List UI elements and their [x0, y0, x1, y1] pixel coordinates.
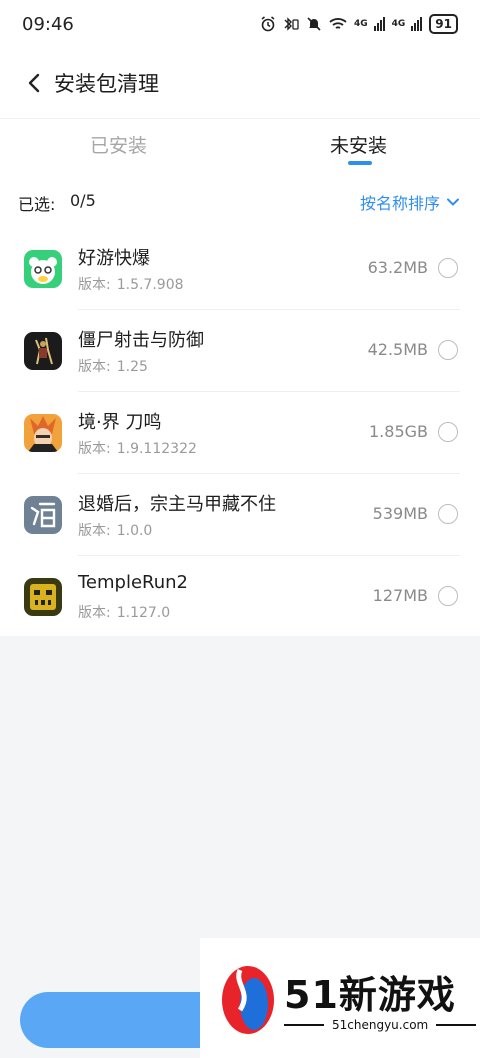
app-version: 版本: 1.0.0 — [78, 523, 153, 539]
tab-not-installed[interactable]: 未安装 — [330, 131, 387, 158]
list-item[interactable]: 僵尸射击与防御 版本: 1.25 42.5MB — [0, 310, 480, 392]
select-radio[interactable] — [438, 422, 458, 442]
battery-level: 91 — [429, 14, 458, 34]
signal-bars-icon-2 — [411, 17, 423, 31]
list-item[interactable]: 境·界 刀鸣 版本: 1.9.112322 1.85GB — [0, 392, 480, 474]
chevron-down-icon — [447, 198, 459, 206]
anime-character-icon — [24, 414, 62, 452]
package-list: 好游快爆 版本: 1.5.7.908 63.2MB 僵尸射击与防御 版本: 1.25… — [0, 228, 480, 636]
signal-4g-label-1: 4G — [353, 19, 368, 29]
select-radio[interactable] — [438, 586, 458, 606]
app-version: 版本: 1.9.112322 — [78, 441, 197, 457]
app-size: 539MB — [372, 504, 428, 523]
page-title: 安装包清理 — [54, 72, 159, 96]
app-name: 境·界 刀鸣 — [78, 412, 162, 433]
list-item[interactable]: 退婚后，宗主马甲藏不住 版本: 1.0.0 539MB — [0, 474, 480, 556]
zombie-game-icon — [24, 332, 62, 370]
wifi-icon — [329, 18, 347, 29]
app-name: 好游快爆 — [78, 248, 150, 269]
select-radio[interactable] — [438, 340, 458, 360]
title-bar: 安装包清理 — [0, 52, 480, 118]
watermark: 51新游戏 51chengyu.com — [200, 938, 480, 1058]
app-name: 退婚后，宗主马甲藏不住 — [78, 494, 276, 515]
select-radio[interactable] — [438, 504, 458, 524]
back-arrow-icon[interactable] — [22, 70, 48, 96]
watermark-text: 51新游戏 — [284, 973, 456, 1017]
app-version: 版本: 1.25 — [78, 359, 148, 375]
select-radio[interactable] — [438, 258, 458, 278]
list-item[interactable]: 好游快爆 版本: 1.5.7.908 63.2MB — [0, 228, 480, 310]
app-name: 僵尸射击与防御 — [78, 330, 204, 351]
status-time: 09:46 — [22, 14, 74, 35]
temple-idol-icon — [24, 578, 62, 616]
status-icons: 4G 4G 91 — [260, 14, 458, 34]
signal-bars-icon-1 — [373, 17, 385, 31]
watermark-sub: 51chengyu.com — [284, 1018, 477, 1032]
sort-by-name-button[interactable]: 按名称排序 — [360, 190, 460, 214]
watermark-line-left — [284, 1024, 324, 1026]
selected-label: 已选: — [18, 195, 56, 214]
tab-installed[interactable]: 已安装 — [90, 131, 147, 158]
watermark-logo-icon — [222, 966, 274, 1034]
app-size: 63.2MB — [367, 258, 428, 277]
signal-4g-label-2: 4G — [391, 19, 406, 29]
cartoon-bear-icon — [24, 250, 62, 288]
list-item[interactable]: TempleRun2 版本: 1.127.0 127MB — [0, 556, 480, 638]
sort-label: 按名称排序 — [359, 194, 440, 213]
app-size: 127MB — [372, 586, 428, 605]
status-bar: 09:46 4G 4G 91 — [0, 0, 480, 52]
app-version: 版本: 1.127.0 — [78, 605, 171, 621]
selected-count: 0/5 — [70, 191, 96, 210]
app-name: TempleRun2 — [78, 572, 189, 593]
app-size: 1.85GB — [369, 422, 428, 441]
tab-bar: 已安装 未安装 — [0, 118, 480, 174]
calligraphy-hun-icon — [24, 496, 62, 534]
alarm-icon — [261, 16, 275, 32]
app-size: 42.5MB — [367, 340, 428, 359]
app-version: 版本: 1.5.7.908 — [78, 277, 184, 293]
mute-bell-icon — [307, 17, 321, 31]
bluetooth-battery-icon — [284, 17, 299, 31]
selection-bar: 已选: 0/5 按名称排序 — [0, 174, 480, 228]
active-tab-indicator — [348, 161, 372, 165]
watermark-line-right — [436, 1024, 477, 1026]
